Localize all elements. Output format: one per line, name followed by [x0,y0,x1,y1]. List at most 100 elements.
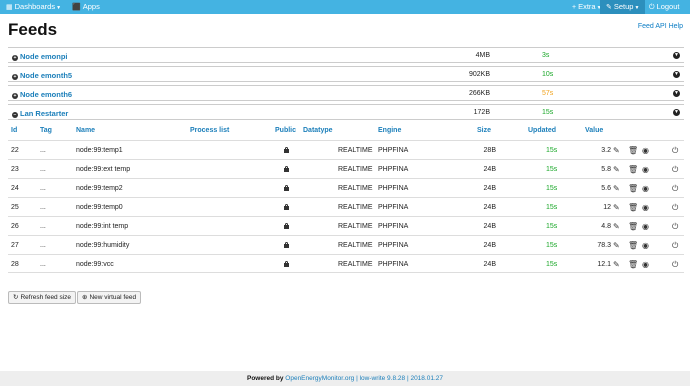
feed-engine: PHPFINA [378,223,409,230]
feed-api-help-link[interactable]: Feed API Help [638,23,683,30]
col-header-tag[interactable]: Tag [40,127,52,134]
feed-engine: PHPFINA [378,185,409,192]
edit-icon[interactable]: ✎ [613,241,620,250]
feed-name[interactable]: node:99:temp1 [76,147,123,154]
info-icon[interactable]: ⏻ [672,222,678,232]
feed-tag[interactable]: ... [40,204,46,211]
col-header-name[interactable]: Name [76,127,95,134]
col-header-datatype[interactable]: Datatype [303,127,333,134]
feed-id: 23 [11,166,19,173]
feed-datatype: REALTIME [338,261,373,268]
delete-icon[interactable]: 🗑 [628,260,638,269]
delete-icon[interactable]: 🗑 [628,184,638,193]
feed-tag[interactable]: ... [40,166,46,173]
node-name: Node emonpi [20,52,68,61]
node-updated: 10s [542,71,554,78]
feed-tag[interactable]: ... [40,147,46,154]
setup-menu[interactable]: ✎ Setup▼ [600,0,646,14]
col-header-id[interactable]: Id [11,127,17,134]
col-header-size[interactable]: Size [477,127,491,134]
plus-icon: + [572,4,577,11]
info-icon[interactable]: ⏻ [672,184,678,194]
feed-updated: 15s [546,261,558,268]
feed-row[interactable]: 26... node:99:int temp REALTIME PHPFINA 24B 1… [8,216,684,235]
feed-name[interactable]: node:99:vcc [76,261,114,268]
col-header-updated[interactable]: Updated [528,127,556,134]
feed-name[interactable]: node:99:int temp [76,223,128,230]
new-virtual-feed-button[interactable]: ⊕ New virtual feed [77,291,142,304]
info-icon[interactable]: ⏻ [672,203,678,213]
feed-tag[interactable]: ... [40,185,46,192]
feed-row[interactable]: 28... node:99:vcc REALTIME PHPFINA 24B 15s 12.… [8,254,684,273]
view-icon[interactable]: ◉ [642,260,649,269]
feed-tag[interactable]: ... [40,242,46,249]
feed-tag[interactable]: ... [40,223,46,230]
arrow-down-icon[interactable]: ▼ [673,71,680,78]
feed-name[interactable]: node:99:temp2 [76,185,123,192]
edit-icon[interactable]: ✎ [613,222,620,231]
view-icon[interactable]: ◉ [642,146,649,155]
feed-name[interactable]: node:99:ext temp [76,166,130,173]
edit-icon[interactable]: ✎ [613,146,620,155]
feed-row[interactable]: 22... node:99:temp1 REALTIME PHPFINA 28B 15s 3… [8,140,684,159]
view-icon[interactable]: ◉ [642,241,649,250]
feed-value: 78.3 [597,242,611,249]
arrow-down-icon[interactable]: ▼ [673,52,680,59]
edit-icon[interactable]: ✎ [613,165,620,174]
refresh-feed-size-button[interactable]: ↻ Refresh feed size [8,291,77,304]
view-icon[interactable]: ◉ [642,165,649,174]
feed-row[interactable]: 25... node:99:temp0 REALTIME PHPFINA 24B 15s 1… [8,197,684,216]
info-icon[interactable]: ⏻ [672,260,678,270]
info-icon[interactable]: ⏻ [672,241,678,251]
col-header-engine[interactable]: Engine [378,127,401,134]
delete-icon[interactable]: 🗑 [628,203,638,212]
node-group-row[interactable]: + Node emonth6 266KB 57s ▼ [8,85,684,101]
apps-menu[interactable]: ⬛ Apps [72,0,100,14]
lock-icon [284,147,289,153]
dashboards-menu[interactable]: ▦ Dashboards▼ [6,0,61,14]
extra-menu[interactable]: +Extra▼ [572,0,602,14]
apps-icon: ⬛ [72,4,81,11]
footer-site-link[interactable]: OpenEnergyMonitor.org [285,375,354,382]
view-icon[interactable]: ◉ [642,222,649,231]
node-group-row[interactable]: + Node emonth5 902KB 10s ▼ [8,66,684,82]
info-icon[interactable]: ⏻ [672,146,678,156]
logout-button[interactable]: ⏻ Logout [649,0,680,14]
feed-name[interactable]: node:99:humidity [76,242,129,249]
delete-icon[interactable]: 🗑 [628,241,638,250]
feed-name[interactable]: node:99:temp0 [76,204,123,211]
arrow-down-icon[interactable]: ▼ [673,90,680,97]
feed-row[interactable]: 24... node:99:temp2 REALTIME PHPFINA 24B 15s 5… [8,178,684,197]
col-header-process[interactable]: Process list [190,127,229,134]
edit-icon[interactable]: ✎ [613,260,620,269]
node-size: 902KB [468,71,490,78]
edit-icon[interactable]: ✎ [613,203,620,212]
node-group-row[interactable]: − Lan Restarter 172B 15s ▼ [8,104,684,120]
feed-tag[interactable]: ... [40,261,46,268]
feed-value: 4.8 [601,223,611,230]
expand-icon: + [12,93,18,99]
arrow-down-icon[interactable]: ▼ [673,109,680,116]
feed-value: 5.8 [601,166,611,173]
feed-updated: 15s [546,185,558,192]
feed-value: 12 [603,204,611,211]
col-header-value[interactable]: Value [585,127,603,134]
lock-icon [284,223,289,229]
lock-icon [284,185,289,191]
edit-icon[interactable]: ✎ [613,184,620,193]
col-header-public[interactable]: Public [275,127,296,134]
lock-icon [284,242,289,248]
view-icon[interactable]: ◉ [642,203,649,212]
feed-datatype: REALTIME [338,147,373,154]
info-icon[interactable]: ⏻ [672,165,678,175]
node-size: 172B [473,109,490,116]
feed-row[interactable]: 27... node:99:humidity REALTIME PHPFINA 24B 1… [8,235,684,254]
node-name: Node emonth6 [20,90,73,99]
node-group-row[interactable]: + Node emonpi 4MB 3s ▼ [8,47,684,63]
feed-row[interactable]: 23... node:99:ext temp REALTIME PHPFINA 24B 1… [8,159,684,178]
view-icon[interactable]: ◉ [642,184,649,193]
dashboard-icon: ▦ [6,4,13,11]
delete-icon[interactable]: 🗑 [628,146,638,155]
delete-icon[interactable]: 🗑 [628,222,638,231]
delete-icon[interactable]: 🗑 [628,165,638,174]
